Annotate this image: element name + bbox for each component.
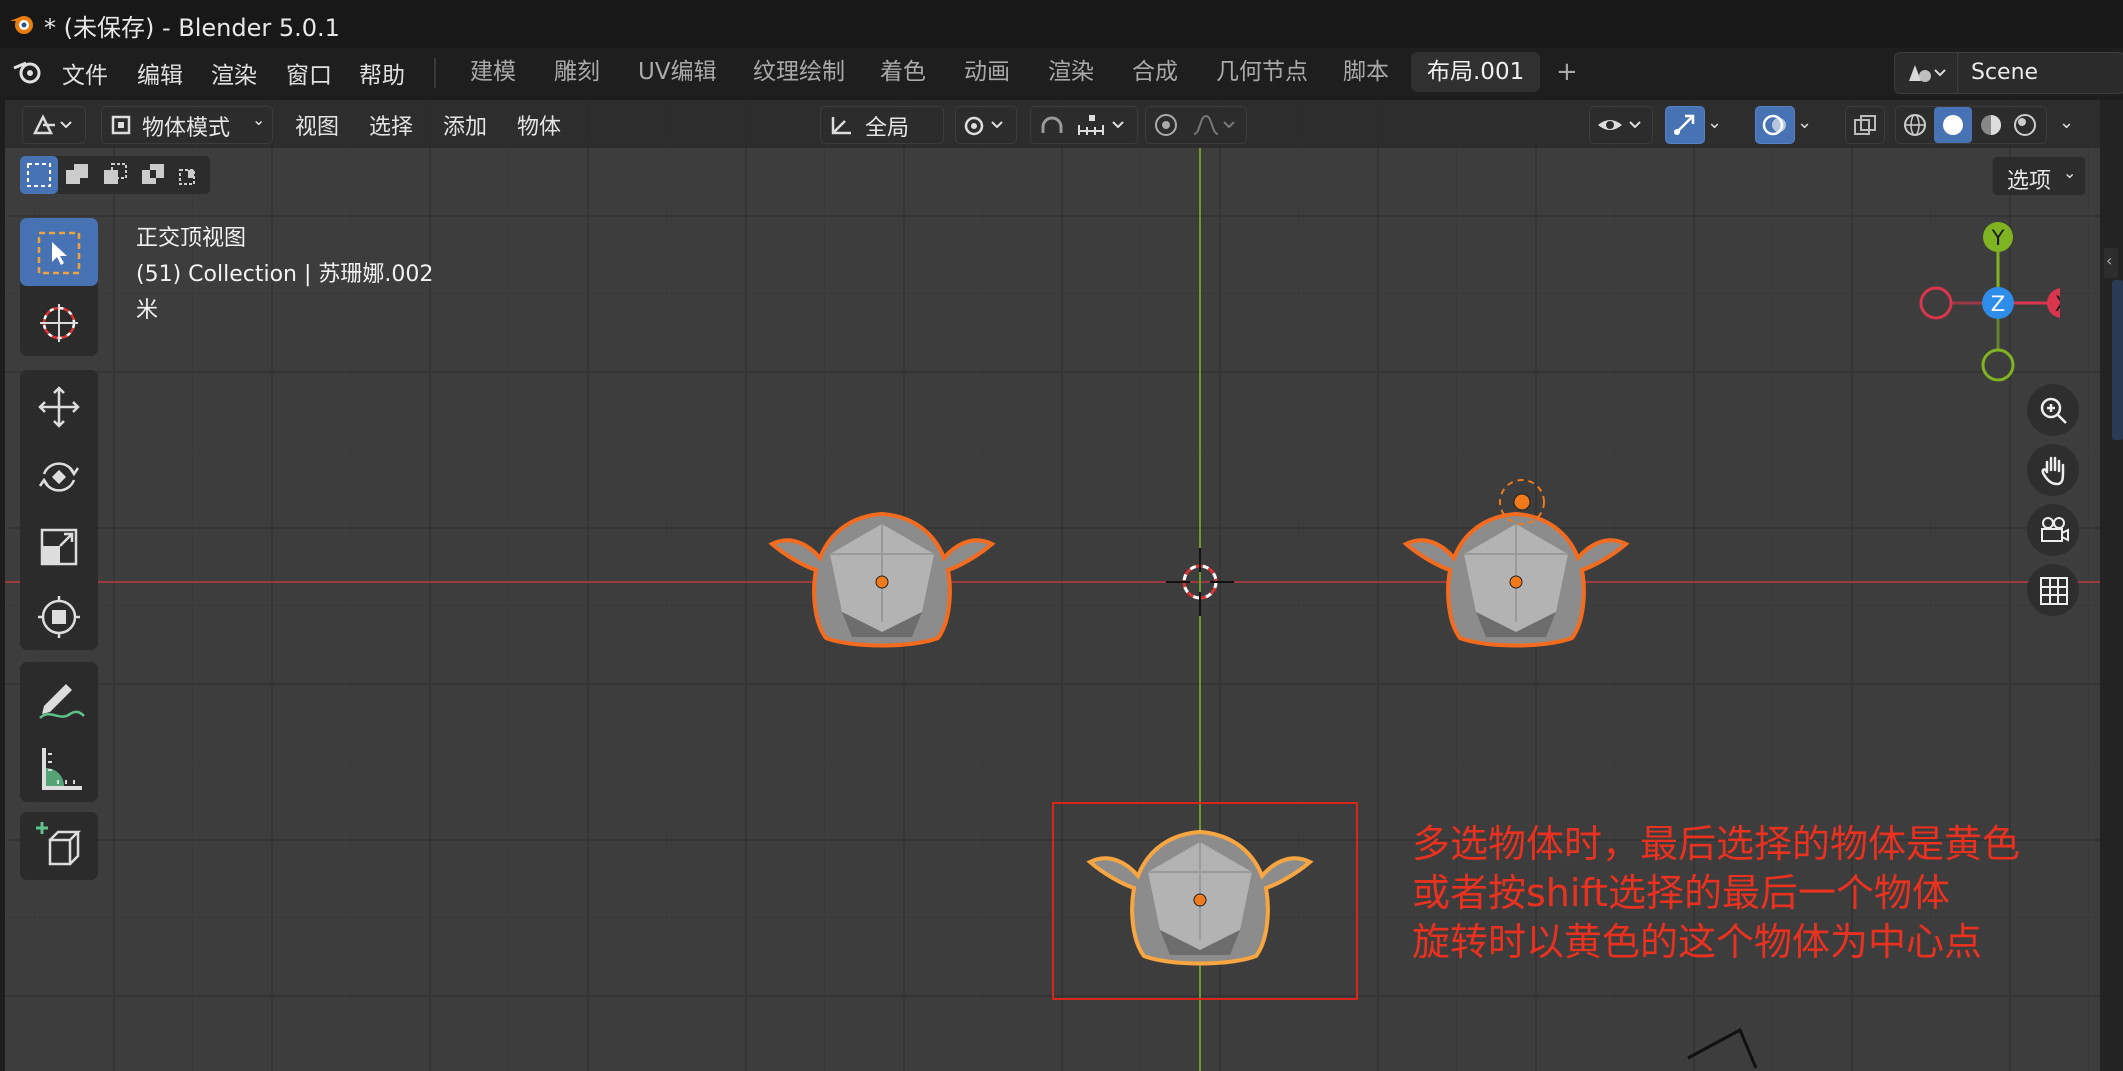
proportional-editing-icon [1155,114,1235,136]
select-subtract-icon[interactable] [102,162,130,188]
toolbar-annotate-group [20,662,98,802]
hand-icon [2041,456,2065,486]
cursor-tool-icon [40,304,78,342]
overlays-toggle[interactable] [1755,106,1795,144]
gizmos-toggle[interactable] [1665,106,1705,144]
rotate-icon [38,462,80,492]
gizmos-chevron-icon[interactable]: ⌄ [1707,112,1722,133]
annotation-line-1: 多选物体时，最后选择的物体是黄色 [1412,822,2021,866]
orientation-label: 全局 [865,116,910,141]
tool-annotate[interactable] [20,664,98,732]
options-label: 选项 [2007,169,2052,194]
move-icon [38,386,80,428]
tool-move[interactable] [20,372,98,440]
navigation-gizmo[interactable]: Y Z X [1910,215,2060,385]
object-mode-icon [111,115,131,135]
select-new-button[interactable] [20,156,58,194]
overlay-icon [1762,114,1786,136]
sidebar-tab-strip[interactable] [2112,280,2123,440]
monkey-object-left [768,511,996,648]
gizmo-arrows-icon [1674,114,1695,135]
rendered-shading-icon[interactable] [2010,112,2040,138]
annotation-text: 多选物体时，最后选择的物体是黄色 或者按shift选择的最后一个物体 旋转时以黄… [1412,820,2102,967]
xray-icon [1854,115,1876,135]
wireframe-shading-icon[interactable] [1900,112,1930,138]
editor-type-icon [32,114,72,135]
tool-add-cube[interactable] [20,812,98,880]
view-name-label: 正交顶视图 [136,226,247,251]
select-extend-icon[interactable] [64,162,92,188]
gizmo-y-label: Y [1991,226,2005,250]
tool-cursor[interactable] [20,288,98,356]
solid-shading-icon [1943,115,1963,135]
select-invert-icon[interactable] [140,162,168,188]
monkey-object-right [1402,479,1630,648]
shading-chevron-icon[interactable]: ⌄ [2059,112,2074,133]
camera-object-partial [1687,1027,1758,1069]
select-new-icon [27,163,51,187]
viewport-header: 物体模式 ⌄ 视图 选择 添加 物体 全局 ⌄ ⌄ ⌄ [5,100,2100,148]
gizmo-x-label: X [2055,292,2060,316]
unit-label: 米 [136,298,159,323]
camera-view-button[interactable] [2027,504,2079,556]
orientation-dropdown[interactable]: 全局 [820,106,944,144]
collection-info-label: (51) Collection | 苏珊娜.002 [136,262,434,287]
material-shading-icon[interactable] [1976,112,2006,138]
pivot-icon [964,116,1003,136]
snapping-group[interactable] [1030,106,1138,144]
pan-button[interactable] [2027,444,2079,496]
shading-mode-group[interactable] [1895,106,2047,144]
select-intersect-icon[interactable] [178,162,206,188]
toolbar-select-group [20,218,98,356]
editor-type-button[interactable] [22,106,86,144]
visibility-dropdown[interactable] [1589,106,1653,144]
eye-icon [1598,120,1641,130]
magnet-icon [1041,116,1063,133]
chevron-down-icon: ⌄ [2063,163,2077,182]
overlays-chevron-icon[interactable]: ⌄ [1797,112,1812,133]
annotation-line-2: 或者按shift选择的最后一个物体 [1412,871,1951,915]
annotation-line-3: 旋转时以黄色的这个物体为中心点 [1412,920,1983,964]
orientation-icon [831,117,851,135]
options-dropdown[interactable]: 选项 ⌄ [1992,156,2086,196]
gizmo-neg-x-axis [1919,286,1953,320]
scale-icon [40,528,78,566]
gizmo-z-label: Z [1991,292,2005,316]
tool-scale[interactable] [20,512,98,580]
annotation-highlight-box [1052,802,1358,1000]
add-cube-icon [36,822,82,866]
menu-view[interactable]: 视图 [295,109,339,141]
right-region-edge: ‹ [2100,100,2123,1071]
measure-ruler-icon [42,748,82,790]
toolbar-transform-group [20,370,98,650]
menu-object[interactable]: 物体 [517,109,561,141]
solid-shading-button[interactable] [1934,107,1972,143]
xray-toggle[interactable] [1845,106,1885,144]
ortho-toggle-button[interactable] [2027,564,2079,616]
sidebar-toggle-icon[interactable]: ‹ [2104,248,2118,278]
tool-measure[interactable] [20,734,98,802]
menu-select[interactable]: 选择 [369,109,413,141]
grid-icon [2040,577,2068,605]
toolbar-add-group [20,812,98,880]
tool-rotate[interactable] [20,442,98,510]
selection-mode-group[interactable] [20,156,210,194]
pivot-point-dropdown[interactable] [955,106,1017,144]
select-box-icon [37,231,81,275]
snap-increment-icon [1078,115,1124,135]
camera-icon [2041,517,2069,542]
tool-transform[interactable] [20,582,98,650]
menu-add[interactable]: 添加 [443,109,487,141]
mode-dropdown[interactable]: 物体模式 ⌄ [101,106,273,144]
zoom-magnifier-icon [2040,397,2067,424]
transform-icon [38,596,80,638]
chevron-down-icon: ⌄ [252,110,266,129]
gizmo-neg-y-axis [1981,348,2015,382]
annotate-pencil-icon [39,684,85,719]
mode-label: 物体模式 [142,116,231,141]
proportional-editing-group[interactable] [1145,106,1247,144]
zoom-button[interactable] [2027,384,2079,436]
tool-select-box[interactable] [20,218,98,286]
